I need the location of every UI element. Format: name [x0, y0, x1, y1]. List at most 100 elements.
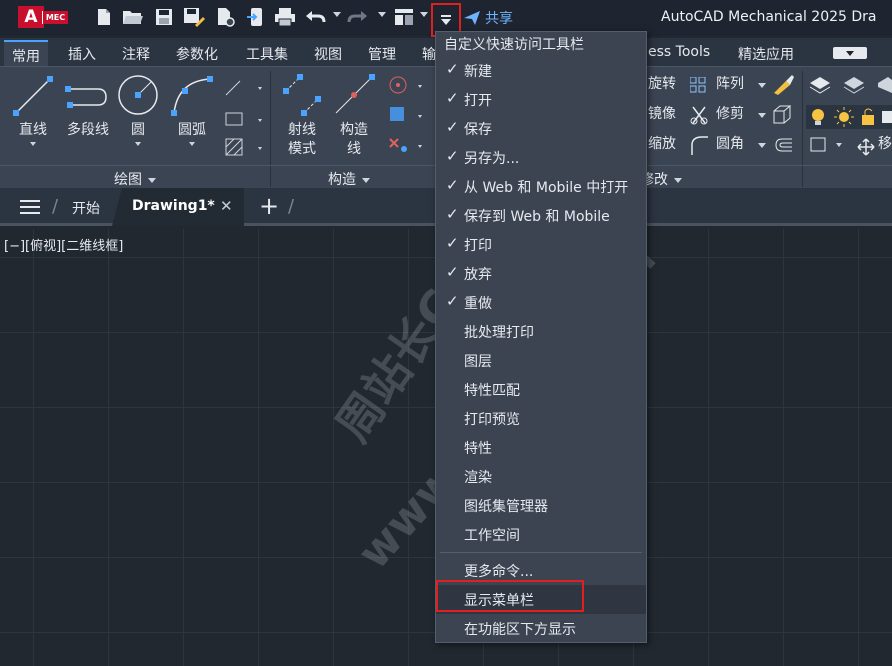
menu-item-label: 重做 [464, 296, 492, 312]
save-to-web-icon[interactable] [245, 7, 267, 27]
panel-title-draw[interactable]: 绘图 [114, 169, 156, 189]
tab-output[interactable]: 输 [422, 44, 436, 64]
line-dropdown-icon [30, 142, 36, 146]
tab-start[interactable]: 开始 [72, 198, 100, 218]
fillet-dropdown-icon[interactable] [758, 143, 766, 149]
menu-item-label: 另存为... [464, 151, 520, 167]
menu-item-label: 图纸集管理器 [464, 499, 548, 515]
arc-icon [171, 76, 213, 116]
menu-item[interactable]: 批处理打印 [436, 317, 646, 346]
new-file-icon[interactable] [93, 7, 115, 27]
workspace-icon[interactable] [394, 7, 416, 27]
menu-item[interactable]: 图纸集管理器 [436, 491, 646, 520]
offset-icon[interactable] [774, 137, 794, 153]
tab-divider: / [288, 196, 295, 217]
new-tab-button[interactable]: + [259, 194, 279, 218]
layer-state-toolbar[interactable] [806, 105, 892, 129]
layer-tools-icon[interactable] [808, 73, 892, 99]
tab-manage[interactable]: 管理 [368, 44, 396, 64]
menu-item[interactable]: ✓ 保存 [436, 114, 646, 143]
tab-drawing1[interactable]: Drawing1* ✕ [112, 188, 244, 226]
menu-item[interactable]: 特性匹配 [436, 375, 646, 404]
menu-item[interactable]: ✓ 打开 [436, 85, 646, 114]
arc-tool[interactable]: 圆弧 [168, 73, 216, 146]
3d-box-icon[interactable] [772, 105, 794, 125]
menu-item[interactable]: 图层 [436, 346, 646, 375]
construction-line-tool[interactable]: 构造 线 [332, 73, 376, 159]
panel-title-construct[interactable]: 构造 [328, 169, 370, 189]
share-button[interactable]: 共享 [463, 8, 513, 28]
menu-item-label: 工作空间 [464, 528, 520, 544]
menu-header: 自定义快速访问工具栏 [444, 37, 584, 53]
app-logo-letter: A [18, 6, 44, 28]
redo-icon[interactable] [347, 7, 369, 27]
ribbon-display-toggle[interactable] [833, 47, 867, 59]
tab-parametric[interactable]: 参数化 [176, 44, 218, 64]
menu-item[interactable]: ✓ 另存为... [436, 143, 646, 172]
save-as-icon[interactable] [183, 7, 205, 27]
send-icon [464, 11, 480, 25]
workspace-dropdown-icon[interactable] [420, 12, 428, 18]
menu-item[interactable]: ✓ 重做 [436, 288, 646, 317]
array-tool[interactable]: 阵列 [716, 75, 744, 94]
tab-express-tools[interactable]: ess Tools [648, 44, 710, 60]
layer-color-icon[interactable] [810, 137, 850, 153]
ray-mode-tool[interactable]: 射线 模式 [280, 73, 324, 159]
app-menu-button[interactable]: A MEC [18, 6, 68, 28]
save-icon[interactable] [153, 7, 175, 27]
menu-item-label: 打印预览 [464, 412, 520, 428]
line-tool[interactable]: 直线 [12, 73, 54, 146]
trim-icon [690, 106, 708, 125]
tab-featured-apps[interactable]: 精选应用 [738, 44, 794, 64]
arc-tool-label: 圆弧 [178, 122, 206, 138]
tab-view[interactable]: 视图 [314, 44, 342, 64]
checkmark-icon: ✓ [446, 292, 459, 310]
modify-panel-dropdown-icon [674, 177, 682, 183]
tab-toolsets[interactable]: 工具集 [246, 44, 288, 64]
trim-dropdown-icon[interactable] [758, 113, 766, 119]
menu-item[interactable]: 渲染 [436, 462, 646, 491]
menu-item[interactable]: 工作空间 [436, 520, 646, 549]
undo-icon[interactable] [304, 7, 326, 27]
open-folder-icon[interactable] [122, 7, 144, 27]
draw-small-tools-icon[interactable] [224, 77, 264, 161]
rotate-tool[interactable]: 旋转 [648, 75, 676, 94]
draw-panel-dropdown-icon [148, 177, 156, 183]
menu-item[interactable]: 特性 [436, 433, 646, 462]
circle-tool[interactable]: 圆 [116, 73, 160, 146]
viewport-controls[interactable]: [−][俯视][二维线框] [4, 235, 123, 254]
polyline-tool[interactable]: 多段线 [64, 73, 112, 140]
undo-dropdown-icon[interactable] [333, 12, 341, 18]
print-icon[interactable] [274, 7, 296, 27]
tab-annotate[interactable]: 注释 [122, 44, 150, 64]
array-dropdown-icon[interactable] [758, 83, 766, 89]
match-properties-icon[interactable] [772, 73, 796, 95]
menu-item[interactable]: ✓ 从 Web 和 Mobile 中打开 [436, 172, 646, 201]
menu-item[interactable]: ✓ 打印 [436, 230, 646, 259]
menu-item[interactable]: ✓ 新建 [436, 56, 646, 85]
open-from-web-icon[interactable] [214, 7, 236, 27]
tab-insert[interactable]: 插入 [68, 44, 96, 64]
fillet-tool[interactable]: 圆角 [716, 135, 744, 154]
menu-item-label: 新建 [464, 64, 492, 80]
menu-item[interactable]: ✓ 放弃 [436, 259, 646, 288]
close-tab-icon[interactable]: ✕ [220, 197, 233, 215]
menu-item[interactable]: 打印预览 [436, 404, 646, 433]
trim-tool[interactable]: 修剪 [716, 105, 744, 124]
menu-item-show-below-ribbon[interactable]: 在功能区下方显示 [436, 614, 646, 643]
redo-dropdown-icon[interactable] [378, 12, 386, 18]
mirror-tool[interactable]: 镜像 [648, 105, 676, 124]
mirror-label: 镜像 [648, 106, 676, 122]
share-label: 共享 [485, 11, 513, 27]
menu-item[interactable]: ✓ 保存到 Web 和 Mobile [436, 201, 646, 230]
chevron-down-icon [441, 15, 451, 25]
window-title: AutoCAD Mechanical 2025 Dra [661, 9, 877, 25]
move-tool[interactable]: 移 [878, 135, 892, 154]
construct-small-tools-icon[interactable] [382, 75, 432, 159]
ray-tool-label-1: 射线 [288, 122, 316, 138]
checkmark-icon: ✓ [446, 89, 459, 107]
menu-item-label: 打印 [464, 238, 492, 254]
scale-tool[interactable]: 缩放 [648, 135, 676, 154]
hamburger-menu-icon[interactable] [20, 200, 40, 214]
tab-divider: / [52, 196, 59, 217]
